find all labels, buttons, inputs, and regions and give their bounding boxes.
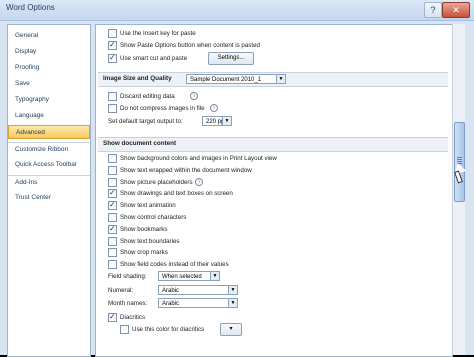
- title-bar: Word Options ? ✕: [0, 0, 474, 21]
- sidebar-item-quick-access-toolbar[interactable]: Quick Access Toolbar: [8, 158, 90, 172]
- chevron-down-icon: ▼: [222, 117, 231, 125]
- info-icon: i: [210, 104, 218, 112]
- checkbox[interactable]: [108, 248, 117, 257]
- checkbox[interactable]: [120, 325, 129, 334]
- checkbox[interactable]: [108, 311, 117, 322]
- sidebar-item-general[interactable]: General: [8, 29, 90, 43]
- sidebar-item-display[interactable]: Display: [8, 45, 90, 59]
- section-show-document-content: Show document content: [98, 137, 448, 152]
- checkbox[interactable]: [108, 39, 117, 50]
- color-swatch-icon: ▾: [229, 326, 233, 332]
- chevron-down-icon: ▼: [228, 299, 237, 307]
- info-icon: i: [195, 178, 203, 186]
- help-button[interactable]: ?: [424, 2, 442, 18]
- checkbox[interactable]: [108, 260, 117, 269]
- sidebar-item-add-ins[interactable]: Add-Ins: [8, 175, 90, 189]
- sidebar-item-language[interactable]: Language: [8, 109, 90, 123]
- sidebar-item-advanced[interactable]: Advanced: [8, 125, 90, 139]
- word-options-window: Word Options ? ✕ General Display Proofin…: [0, 0, 474, 357]
- sidebar-item-proofing[interactable]: Proofing: [8, 61, 90, 75]
- checkbox[interactable]: [108, 213, 117, 222]
- field-shading-select[interactable]: When selected ▼: [158, 271, 220, 281]
- checkbox[interactable]: [108, 199, 117, 210]
- numeral-label: Numeral:: [108, 287, 134, 294]
- sidebar-item-typography[interactable]: Typography: [8, 93, 90, 107]
- checkbox[interactable]: [108, 166, 117, 175]
- checkbox[interactable]: [108, 187, 117, 198]
- diacritics-color-picker[interactable]: ▾: [220, 323, 242, 336]
- info-icon: i: [190, 92, 198, 100]
- window-title: Word Options: [6, 3, 55, 12]
- options-sidebar: General Display Proofing Save Typography…: [7, 24, 91, 357]
- close-button[interactable]: ✕: [442, 2, 470, 18]
- chevron-down-icon: ▼: [210, 272, 219, 280]
- numeral-select[interactable]: Arabic ▼: [158, 285, 238, 295]
- chevron-down-icon: ▼: [228, 286, 237, 294]
- checkbox[interactable]: [108, 104, 117, 113]
- checkbox[interactable]: [108, 223, 117, 234]
- field-shading-label: Field shading:: [108, 273, 147, 280]
- checkbox[interactable]: [108, 154, 117, 163]
- vertical-scrollbar[interactable]: [452, 24, 465, 355]
- chevron-down-icon: ▼: [276, 75, 285, 83]
- resolution-select[interactable]: 220 ppi ▼: [202, 116, 232, 126]
- checkbox[interactable]: [108, 178, 117, 187]
- month-names-label: Month names:: [108, 300, 148, 307]
- checkbox[interactable]: [108, 52, 117, 63]
- sidebar-item-save[interactable]: Save: [8, 77, 90, 91]
- sidebar-item-customize-ribbon[interactable]: Customize Ribbon: [8, 142, 90, 156]
- checkbox[interactable]: [108, 29, 117, 38]
- image-document-select[interactable]: Sample Document 2010_1 ▼: [186, 74, 286, 84]
- advanced-options-panel: Use the Insert key for paste Show Paste …: [95, 24, 453, 357]
- checkbox[interactable]: [108, 92, 117, 101]
- month-names-select[interactable]: Arabic ▼: [158, 298, 238, 308]
- sidebar-item-trust-center[interactable]: Trust Center: [8, 191, 90, 205]
- settings-button[interactable]: Settings...: [208, 52, 254, 65]
- checkbox[interactable]: [108, 237, 117, 246]
- section-image-size-quality: Image Size and Quality Sample Document 2…: [98, 72, 448, 87]
